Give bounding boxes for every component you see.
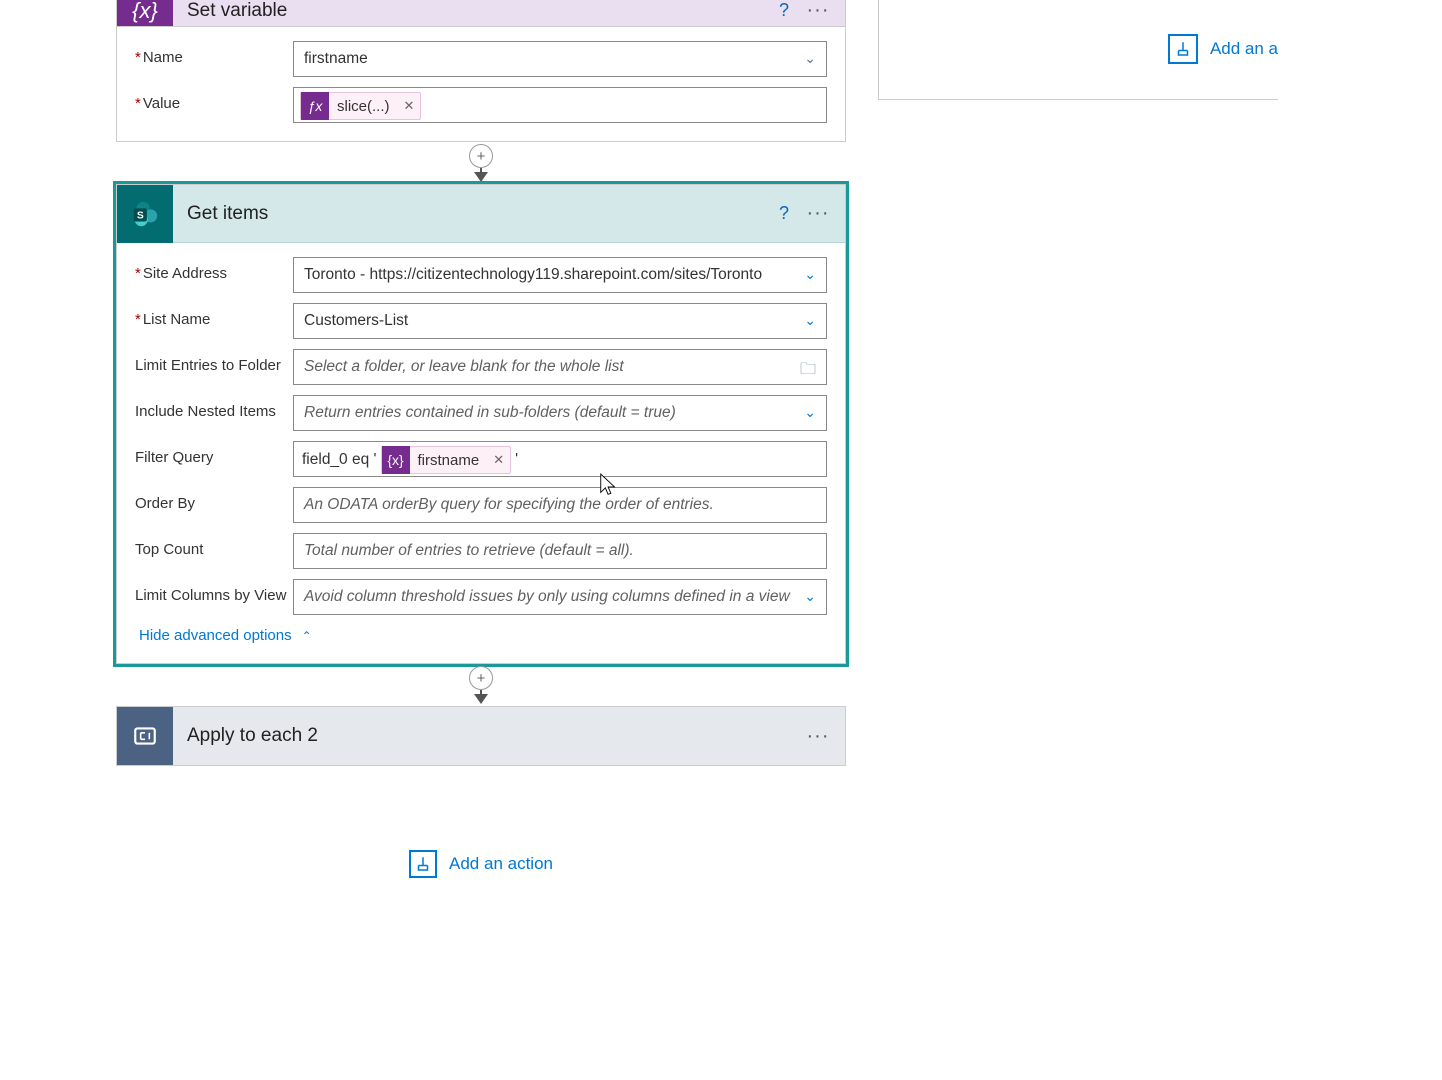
chevron-down-icon: ⌄ bbox=[804, 404, 816, 421]
set-variable-header[interactable]: {x} Set variable ? ··· bbox=[117, 0, 845, 27]
sharepoint-logo-svg: S bbox=[130, 199, 160, 229]
label-site-address: *Site Address bbox=[135, 257, 293, 282]
label-nested-items: Include Nested Items bbox=[135, 395, 293, 420]
chevron-down-icon: ⌄ bbox=[804, 266, 816, 283]
get-items-title: Get items bbox=[173, 203, 767, 225]
nested-placeholder: Return entries contained in sub-folders … bbox=[304, 404, 676, 422]
hide-advanced-toggle[interactable]: Hide advanced options ⌃ bbox=[139, 627, 312, 644]
limitcols-placeholder: Avoid column threshold issues by only us… bbox=[304, 588, 790, 606]
chevron-down-icon: ⌄ bbox=[804, 50, 816, 67]
nested-items-dropdown[interactable]: Return entries contained in sub-folders … bbox=[293, 395, 827, 431]
list-name-value: Customers-List bbox=[304, 312, 408, 330]
get-items-body: *Site Address Toronto - https://citizent… bbox=[117, 243, 845, 663]
label-top-count: Top Count bbox=[135, 533, 293, 558]
label-filter-query: Filter Query bbox=[135, 441, 293, 466]
connector: + bbox=[116, 664, 846, 706]
list-name-dropdown[interactable]: Customers-List ⌄ bbox=[293, 303, 827, 339]
help-icon[interactable]: ? bbox=[767, 197, 801, 231]
name-value: firstname bbox=[304, 50, 368, 68]
filter-query-input[interactable]: field_0 eq ' {x} firstname ✕ ' bbox=[293, 441, 827, 477]
add-step-button[interactable]: + bbox=[469, 666, 493, 690]
filter-prefix: field_0 eq ' bbox=[300, 451, 381, 469]
more-menu[interactable]: ··· bbox=[801, 719, 835, 753]
help-icon[interactable]: ? bbox=[767, 0, 801, 27]
limit-folder-input[interactable]: Select a folder, or leave blank for the … bbox=[293, 349, 827, 385]
site-address-value: Toronto - https://citizentechnology119.s… bbox=[304, 266, 762, 284]
action-card-set-variable: {x} Set variable ? ··· *Name firstname ⌄… bbox=[116, 0, 846, 142]
label-order-by: Order By bbox=[135, 487, 293, 512]
token-remove[interactable]: ✕ bbox=[398, 98, 421, 114]
expression-token[interactable]: ƒx slice(...) ✕ bbox=[300, 92, 421, 120]
add-action-icon[interactable] bbox=[1168, 34, 1198, 64]
value-input[interactable]: ƒx slice(...) ✕ bbox=[293, 87, 827, 123]
label-limit-columns: Limit Columns by View bbox=[135, 579, 293, 604]
variable-token[interactable]: {x} firstname ✕ bbox=[381, 446, 512, 474]
limit-columns-dropdown[interactable]: Avoid column threshold issues by only us… bbox=[293, 579, 827, 615]
order-by-input[interactable]: An ODATA orderBy query for specifying th… bbox=[293, 487, 827, 523]
connector: + bbox=[116, 142, 846, 184]
chevron-down-icon: ⌄ bbox=[804, 312, 816, 329]
hide-advanced-label: Hide advanced options bbox=[139, 627, 292, 644]
filter-suffix: ' bbox=[511, 451, 522, 469]
add-action-button[interactable]: Add an action bbox=[116, 850, 846, 878]
action-card-get-items: S Get items ? ··· *Site Address Toronto … bbox=[116, 184, 846, 664]
name-dropdown[interactable]: firstname ⌄ bbox=[293, 41, 827, 77]
right-panel: Add an a bbox=[878, 0, 1278, 100]
token-label: slice(...) bbox=[329, 98, 398, 115]
add-action-icon bbox=[409, 850, 437, 878]
token-remove[interactable]: ✕ bbox=[487, 452, 510, 468]
label-value: *Value bbox=[135, 87, 293, 112]
variable-icon: {x} bbox=[382, 446, 410, 474]
get-items-header[interactable]: S Get items ? ··· bbox=[117, 185, 845, 243]
more-menu[interactable]: ··· bbox=[801, 0, 835, 27]
token-label: firstname bbox=[410, 452, 488, 469]
top-count-input[interactable]: Total number of entries to retrieve (def… bbox=[293, 533, 827, 569]
apply-each-header[interactable]: Apply to each 2 ··· bbox=[117, 707, 845, 765]
set-variable-body: *Name firstname ⌄ *Value ƒx slice(...) ✕ bbox=[117, 27, 845, 141]
label-limit-folder: Limit Entries to Folder bbox=[135, 349, 293, 374]
svg-text:S: S bbox=[137, 210, 144, 221]
folder-icon[interactable]: 🗀 bbox=[800, 358, 816, 385]
more-menu[interactable]: ··· bbox=[801, 197, 835, 231]
loop-icon bbox=[117, 707, 173, 765]
topcount-placeholder: Total number of entries to retrieve (def… bbox=[304, 542, 634, 560]
orderby-placeholder: An ODATA orderBy query for specifying th… bbox=[304, 496, 714, 514]
add-action-label: Add an action bbox=[449, 854, 553, 874]
add-an-label[interactable]: Add an a bbox=[1210, 39, 1278, 59]
sharepoint-icon: S bbox=[117, 185, 173, 243]
set-variable-icon: {x} bbox=[117, 0, 173, 27]
add-step-button[interactable]: + bbox=[469, 144, 493, 168]
folder-placeholder: Select a folder, or leave blank for the … bbox=[304, 358, 624, 376]
set-variable-title: Set variable bbox=[173, 0, 767, 22]
apply-each-title: Apply to each 2 bbox=[173, 725, 801, 747]
site-address-dropdown[interactable]: Toronto - https://citizentechnology119.s… bbox=[293, 257, 827, 293]
action-card-apply-each: Apply to each 2 ··· bbox=[116, 706, 846, 766]
label-name: *Name bbox=[135, 41, 293, 66]
chevron-down-icon: ⌄ bbox=[804, 588, 816, 605]
fx-icon: ƒx bbox=[301, 92, 329, 120]
label-list-name: *List Name bbox=[135, 303, 293, 328]
chevron-up-icon: ⌃ bbox=[302, 629, 312, 643]
